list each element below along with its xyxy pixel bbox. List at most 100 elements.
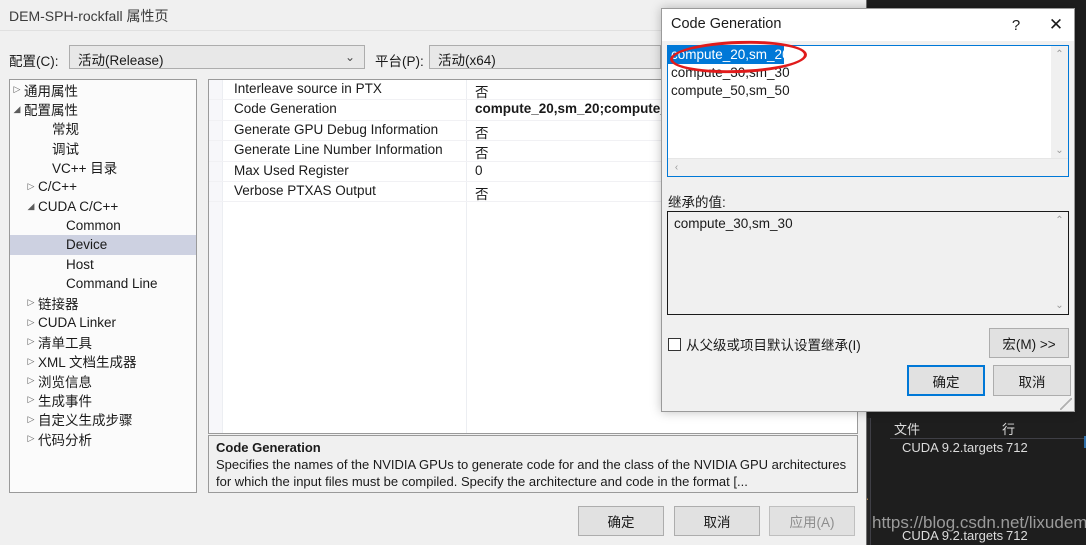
close-icon[interactable]: ✕ — [1038, 9, 1074, 41]
tree-item[interactable]: ▷ CUDA Linker — [10, 313, 196, 332]
chevron-down-icon[interactable]: ◢ — [24, 201, 38, 212]
dialog-ok-button[interactable]: 确定 — [907, 365, 985, 396]
tree-item-label: 自定义生成步骤 — [38, 413, 133, 429]
code-generation-listbox[interactable]: compute_20,sm_20 compute_30,sm_30 compute_… — [667, 45, 1069, 177]
tree-item[interactable]: ◢ 配置属性 — [10, 99, 196, 118]
property-tree[interactable]: ▷ 通用属性 ◢ 配置属性 常规 调试 VC++ 目录 ▷ C/C++ ◢ CUDA C/C++ Co… — [9, 79, 197, 493]
description-title: Code Generation — [216, 440, 321, 455]
tree-item-label: 链接器 — [38, 297, 79, 312]
tree-item-label: 生成事件 — [38, 393, 92, 409]
configuration-label: 配置(C): — [9, 54, 59, 69]
tree-item-label: 通用属性 — [24, 83, 78, 99]
tree-item-label: 清单工具 — [38, 335, 92, 351]
tree-item-label: Host — [66, 256, 94, 272]
apply-button[interactable]: 应用(A) — [769, 506, 855, 536]
tree-item-label: 调试 — [52, 141, 79, 157]
property-name: Generate GPU Debug Information — [234, 121, 439, 137]
tree-item[interactable]: ▷ 自定义生成步骤 — [10, 410, 196, 429]
macro-button[interactable]: 宏(M) >> — [989, 328, 1069, 358]
tree-item-label: CUDA C/C++ — [38, 198, 119, 214]
chevron-right-icon[interactable]: ▷ — [24, 433, 38, 444]
listbox-horizontal-scrollbar[interactable]: ‹ › — [668, 158, 1068, 176]
dialog-cancel-button[interactable]: 取消 — [993, 365, 1071, 396]
description-pane: Code Generation Specifies the names of t… — [208, 435, 858, 493]
scroll-up-icon[interactable]: ⌃ — [1051, 46, 1068, 63]
property-value: 否 — [475, 146, 489, 162]
tree-item-label: Common — [66, 217, 121, 233]
property-name: Generate Line Number Information — [234, 142, 443, 158]
tree-item[interactable]: 常规 — [10, 119, 196, 138]
cancel-button[interactable]: 取消 — [674, 506, 760, 536]
inherited-value-item: compute_30,sm_30 — [674, 216, 793, 231]
tree-item[interactable]: Command Line — [10, 274, 196, 293]
chevron-right-icon[interactable]: ▷ — [10, 84, 24, 95]
tree-item[interactable]: VC++ 目录 — [10, 158, 196, 177]
tree-item[interactable]: 调试 — [10, 138, 196, 157]
tree-item-label: XML 文档生成器 — [38, 355, 137, 371]
chevron-down-icon[interactable]: ◢ — [10, 104, 24, 115]
inherit-checkbox-row[interactable]: 从父级或项目默认设置继承(I) — [668, 334, 861, 354]
dialog-titlebar: Code Generation ? ✕ — [662, 9, 1074, 41]
tree-item[interactable]: Common — [10, 216, 196, 235]
property-value: compute_20,sm_20;compute_30 — [475, 101, 683, 117]
inherited-vertical-scrollbar[interactable]: ⌃ ⌄ — [1051, 212, 1068, 314]
code-generation-list-item[interactable]: compute_50,sm_50 — [668, 82, 1045, 100]
tree-item[interactable]: ▷ 链接器 — [10, 293, 196, 312]
help-icon[interactable]: ? — [999, 9, 1033, 41]
window-title: DEM-SPH-rockfall 属性页 — [9, 8, 169, 24]
property-name: Verbose PTXAS Output — [234, 182, 376, 198]
error-list-row[interactable]: CUDA 9.2.targets 712 — [890, 440, 1086, 460]
scroll-left-icon[interactable]: ‹ — [668, 159, 685, 176]
listbox-vertical-scrollbar[interactable]: ⌃ ⌄ — [1051, 46, 1068, 159]
code-generation-list-item[interactable]: compute_30,sm_30 — [668, 64, 1045, 82]
tree-item[interactable]: Device — [10, 235, 196, 255]
dialog-title: Code Generation — [671, 16, 782, 32]
property-value: 0 — [475, 162, 483, 178]
watermark-url: https://blog.csdn.net/lixudem — [872, 513, 1086, 532]
scroll-up-icon[interactable]: ⌃ — [1051, 212, 1068, 229]
description-body: Specifies the names of the NVIDIA GPUs t… — [216, 457, 847, 489]
inherit-checkbox[interactable] — [668, 337, 681, 351]
tree-item[interactable]: ▷ 生成事件 — [10, 390, 196, 409]
platform-value: 活动(x64) — [438, 53, 496, 68]
tree-item[interactable]: ▷ 清单工具 — [10, 332, 196, 351]
error-list-header-file: 文件 — [894, 422, 921, 437]
platform-label: 平台(P): — [375, 54, 424, 69]
tree-item-label: 浏览信息 — [38, 374, 92, 390]
scroll-down-icon[interactable]: ⌄ — [1051, 142, 1068, 159]
chevron-right-icon[interactable]: ▷ — [24, 375, 38, 386]
tree-item-label: Command Line — [66, 276, 158, 292]
scroll-down-icon[interactable]: ⌄ — [1051, 297, 1068, 314]
chevron-right-icon[interactable]: ▷ — [24, 356, 38, 367]
chevron-right-icon[interactable]: ▷ — [24, 394, 38, 405]
configuration-combobox[interactable]: 活动(Release) ⌄ — [69, 45, 365, 69]
chevron-right-icon[interactable]: ▷ — [24, 336, 38, 347]
property-value: 否 — [475, 186, 489, 202]
property-name: Code Generation — [234, 101, 337, 117]
property-name: Max Used Register — [234, 162, 349, 178]
tree-item[interactable]: Host — [10, 255, 196, 274]
code-generation-dialog: Code Generation ? ✕ compute_20,sm_20 comp… — [661, 8, 1075, 412]
tree-item[interactable]: ▷ 浏览信息 — [10, 371, 196, 390]
tree-item[interactable]: ▷ 通用属性 — [10, 80, 196, 99]
property-name: Interleave source in PTX — [234, 81, 382, 96]
tree-item[interactable]: ◢ CUDA C/C++ — [10, 196, 196, 215]
chevron-right-icon[interactable]: ▷ — [24, 297, 38, 308]
error-list-header-line: 行 — [1002, 422, 1016, 437]
resize-grip-icon[interactable] — [1060, 398, 1072, 410]
chevron-right-icon[interactable]: ▷ — [24, 317, 38, 328]
tree-item-label: CUDA Linker — [38, 314, 117, 330]
tree-item[interactable]: ▷ XML 文档生成器 — [10, 351, 196, 370]
platform-combobox[interactable]: 活动(x64) — [429, 45, 661, 69]
code-generation-list-item[interactable]: compute_20,sm_20 — [668, 46, 790, 64]
tree-item[interactable]: ▷ C/C++ — [10, 177, 196, 196]
inherited-values-label: 继承的值: — [668, 195, 726, 210]
ok-button[interactable]: 确定 — [578, 506, 664, 536]
screen-root: 文件 行 CUDA 9.2.targets 712 CUDA 9.2.targe… — [0, 0, 1086, 545]
error-list-cell-line: 712 — [1006, 440, 1028, 455]
chevron-right-icon[interactable]: ▷ — [24, 414, 38, 425]
chevron-right-icon[interactable]: ▷ — [24, 181, 38, 192]
tree-item[interactable]: ▷ 代码分析 — [10, 429, 196, 448]
scrollbar-corner — [1051, 159, 1068, 176]
configuration-value: 活动(Release) — [78, 53, 164, 68]
